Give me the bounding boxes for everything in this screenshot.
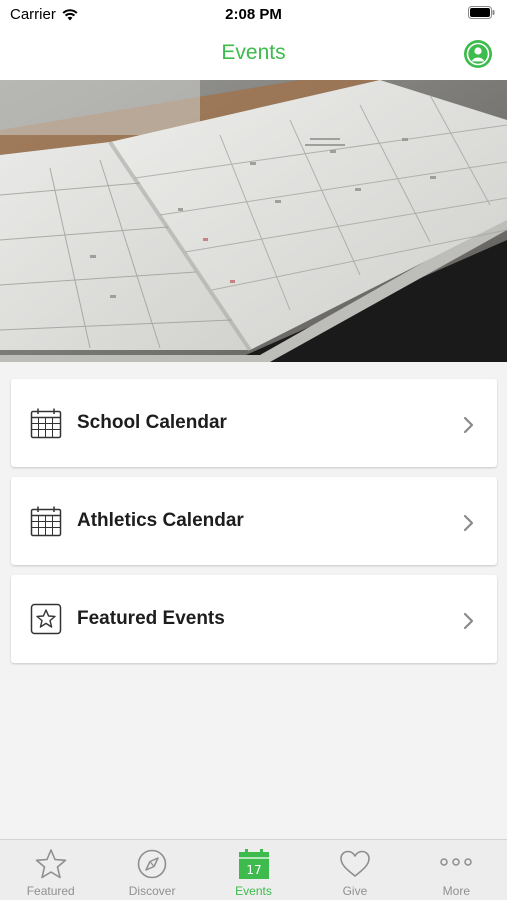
tab-more[interactable]: More [406,840,507,900]
more-dots-icon [440,858,473,866]
school-calendar-label: School Calendar [77,412,227,433]
page-title: Events [221,41,286,64]
calendar-date-text: 17 [246,863,261,877]
tab-featured[interactable]: Featured [0,840,101,900]
calendar-icon [30,408,62,439]
user-icon [464,40,492,68]
tab-bar: Featured Discover 17 Events Give More [0,839,507,900]
star-box-icon [30,603,62,635]
profile-button[interactable] [463,39,493,69]
status-time: 2:08 PM [225,6,282,23]
calendar-17-icon: 17 [238,849,269,879]
athletics-calendar-label: Athletics Calendar [77,510,244,531]
tab-more-label: More [442,884,470,898]
chevron-right-icon [463,416,474,434]
tab-discover-label: Discover [128,884,176,898]
hero-image [0,80,507,362]
calendar-icon [30,506,62,537]
compass-icon [137,849,167,879]
status-bar: Carrier 2:08 PM [0,0,507,30]
tab-give-label: Give [342,884,368,898]
tab-events[interactable]: 17 Events [203,840,304,900]
school-calendar-row[interactable]: School Calendar [11,379,497,467]
tab-featured-label: Featured [26,884,75,898]
featured-events-label: Featured Events [77,608,225,629]
tab-discover[interactable]: Discover [101,840,202,900]
battery-icon [468,6,495,23]
heart-icon [340,850,370,877]
chevron-right-icon [463,612,474,630]
tab-events-label: Events [235,884,272,898]
tab-give[interactable]: Give [304,840,405,900]
chevron-right-icon [463,514,474,532]
navigation-bar: Events [0,30,507,80]
featured-events-row[interactable]: Featured Events [11,575,497,663]
star-icon [35,849,67,879]
athletics-calendar-row[interactable]: Athletics Calendar [11,477,497,565]
